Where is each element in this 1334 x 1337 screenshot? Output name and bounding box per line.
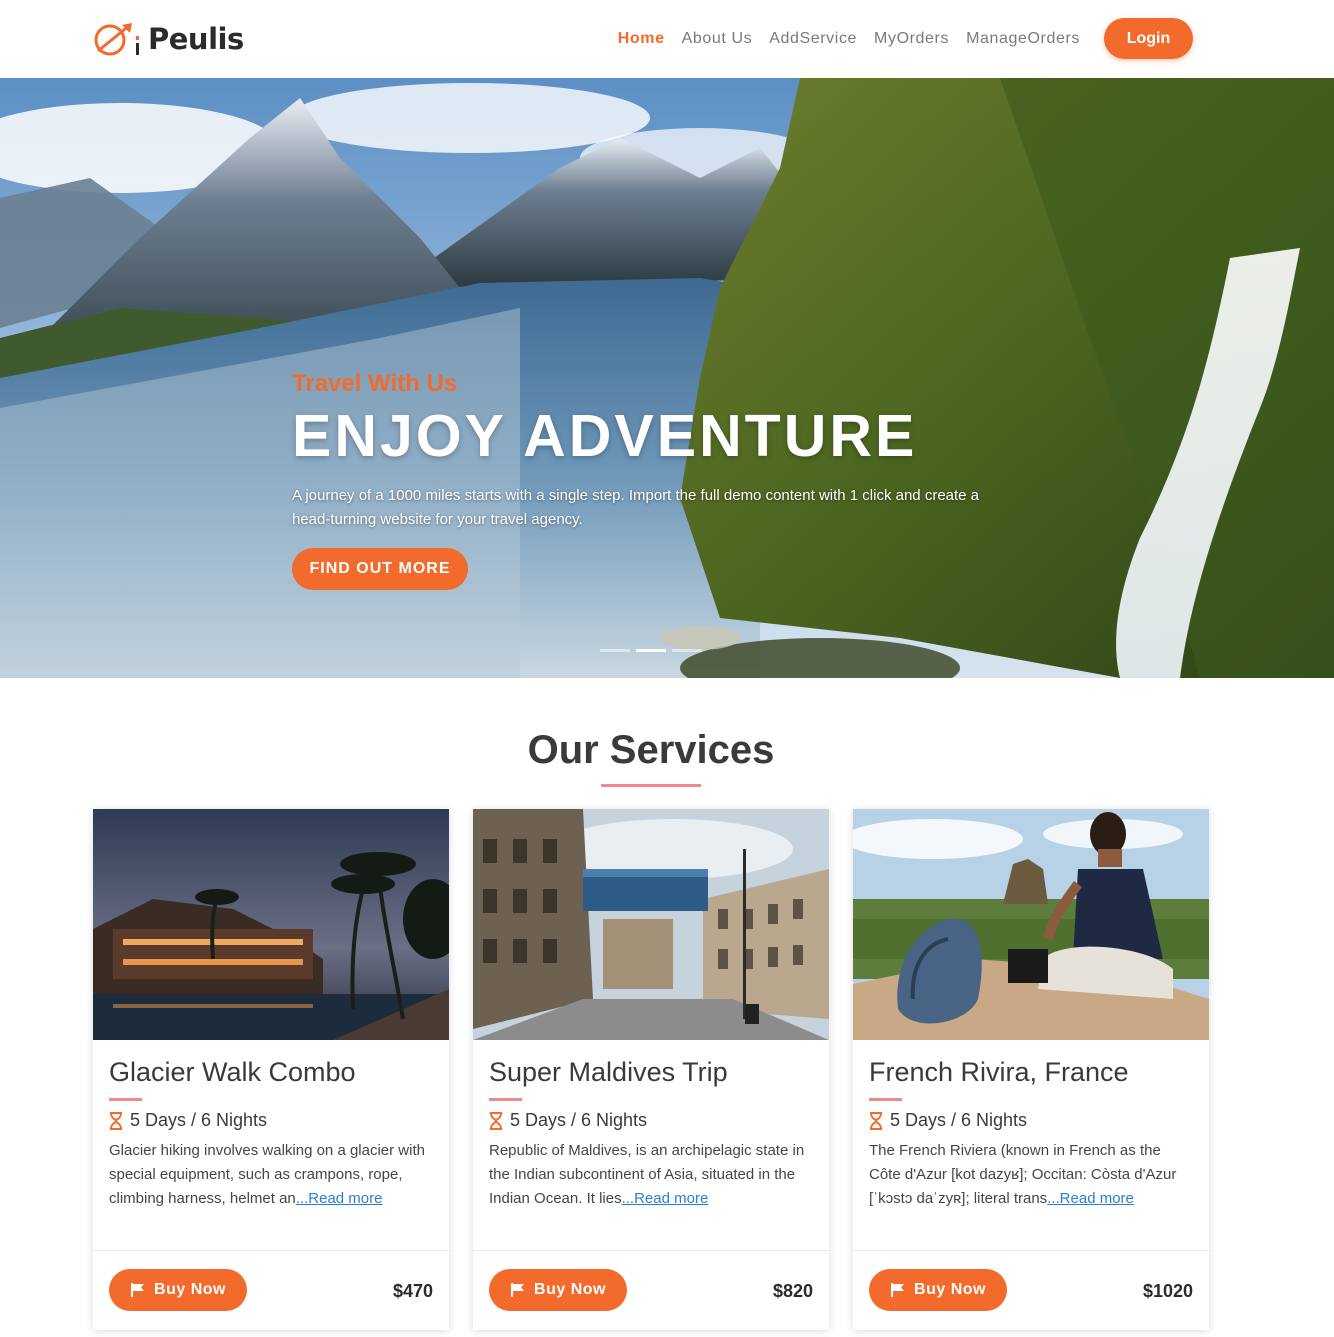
- flag-icon: [511, 1283, 525, 1297]
- services-heading: Our Services: [527, 728, 775, 772]
- services-heading-underline: [601, 784, 701, 787]
- find-out-more-button[interactable]: FIND OUT MORE: [292, 548, 468, 590]
- service-duration: 5 Days / 6 Nights: [869, 1110, 1193, 1131]
- nav-link-add-service[interactable]: AddService: [769, 30, 857, 48]
- buy-now-button[interactable]: Buy Now: [109, 1269, 247, 1311]
- service-card: French Rivira, France 5 Days / 6 Nights …: [853, 809, 1209, 1330]
- service-title: Super Maldives Trip: [489, 1057, 728, 1087]
- buy-now-label: Buy Now: [534, 1281, 606, 1298]
- brand-name: Peulis: [148, 22, 244, 56]
- read-more-link[interactable]: ...Read more: [296, 1190, 383, 1207]
- service-image-resort: [93, 809, 449, 1040]
- flag-icon: [891, 1283, 905, 1297]
- service-card: Glacier Walk Combo 5 Days / 6 Nights Gla…: [93, 809, 449, 1330]
- hero-content: Travel With Us ENJOY ADVENTURE A journey…: [292, 370, 992, 590]
- service-card: Super Maldives Trip 5 Days / 6 Nights Re…: [473, 809, 829, 1330]
- flag-icon: [131, 1283, 145, 1297]
- brand-logo[interactable]: Peulis: [92, 19, 244, 59]
- slider-indicators: [600, 649, 708, 652]
- hero-subtitle: Travel With Us: [292, 370, 458, 397]
- service-title-underline: [869, 1098, 902, 1101]
- nav-link-home[interactable]: Home: [618, 30, 665, 48]
- hourglass-icon: [110, 1111, 122, 1130]
- service-card-footer: Buy Now $1020: [853, 1250, 1209, 1330]
- buy-now-label: Buy Now: [154, 1281, 226, 1298]
- nav-link-my-orders[interactable]: MyOrders: [874, 30, 949, 48]
- read-more-link[interactable]: ...Read more: [622, 1190, 709, 1207]
- service-duration: 5 Days / 6 Nights: [489, 1110, 813, 1131]
- service-title: French Rivira, France: [869, 1057, 1129, 1087]
- service-description: Glacier hiking involves walking on a gla…: [109, 1139, 433, 1235]
- slider-dot-3[interactable]: [672, 649, 702, 652]
- service-duration-text: 5 Days / 6 Nights: [130, 1110, 268, 1130]
- service-price: $470: [392, 1281, 433, 1301]
- service-duration-text: 5 Days / 6 Nights: [510, 1110, 648, 1130]
- service-card-footer: Buy Now $470: [93, 1250, 449, 1330]
- hero-slider: Travel With Us ENJOY ADVENTURE A journey…: [0, 78, 1334, 678]
- service-description: The French Riviera (known in French as t…: [869, 1139, 1193, 1235]
- buy-now-button[interactable]: Buy Now: [489, 1269, 627, 1311]
- service-title-underline: [109, 1098, 142, 1101]
- buy-now-button[interactable]: Buy Now: [869, 1269, 1007, 1311]
- plane-logo-icon: [94, 23, 139, 56]
- slider-dot-2[interactable]: [636, 649, 666, 652]
- service-price: $1020: [1142, 1281, 1193, 1301]
- nav-link-about-us[interactable]: About Us: [682, 30, 753, 48]
- slider-dot-1[interactable]: [600, 649, 630, 652]
- buy-now-label: Buy Now: [914, 1281, 986, 1298]
- service-duration-text: 5 Days / 6 Nights: [890, 1110, 1028, 1130]
- hourglass-icon: [490, 1111, 502, 1130]
- nav-link-manage-orders[interactable]: ManageOrders: [966, 30, 1080, 48]
- service-duration: 5 Days / 6 Nights: [109, 1110, 433, 1131]
- read-more-link[interactable]: ...Read more: [1047, 1190, 1134, 1207]
- service-image-hiker: [853, 809, 1209, 1040]
- hero-description: A journey of a 1000 miles starts with a …: [292, 487, 980, 528]
- service-title: Glacier Walk Combo: [109, 1057, 356, 1087]
- hero-title: ENJOY ADVENTURE: [292, 403, 918, 469]
- service-image-city: [473, 809, 829, 1040]
- service-price: $820: [772, 1281, 813, 1301]
- login-button[interactable]: Login: [1104, 18, 1193, 59]
- service-card-footer: Buy Now $820: [473, 1250, 829, 1330]
- service-title-underline: [489, 1098, 522, 1101]
- hourglass-icon: [870, 1111, 882, 1130]
- nav-menu: Home About Us AddService MyOrders Manage…: [601, 0, 1080, 78]
- navbar: Peulis Home About Us AddService MyOrders…: [0, 0, 1334, 78]
- service-description: Republic of Maldives, is an archipelagic…: [489, 1139, 813, 1235]
